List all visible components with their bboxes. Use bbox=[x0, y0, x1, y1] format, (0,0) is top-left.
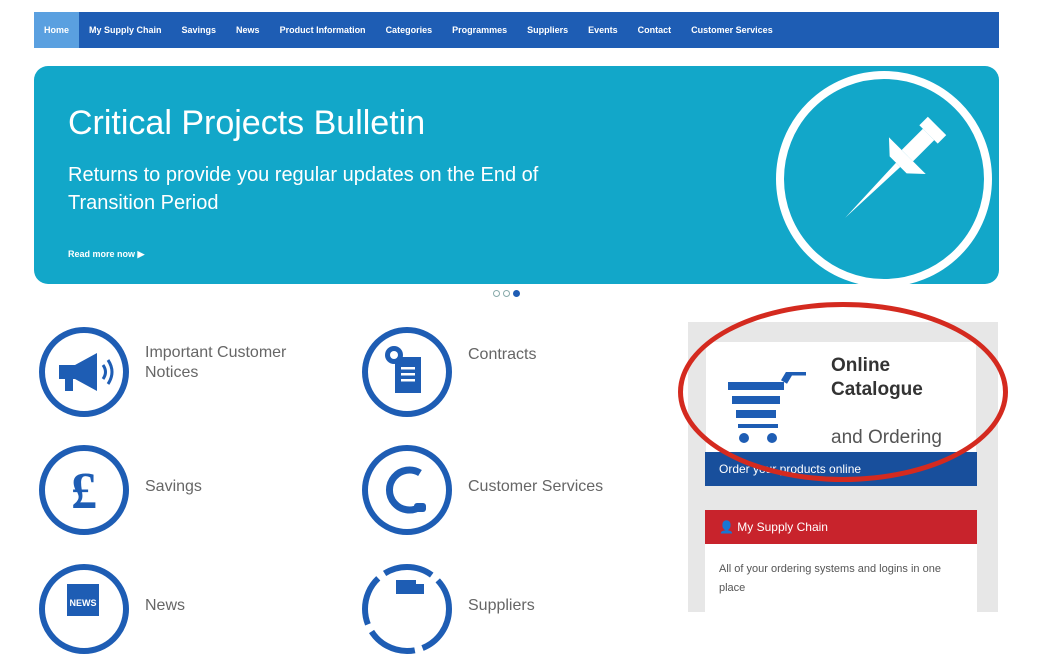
nav-home[interactable]: Home bbox=[34, 12, 80, 48]
tile-label: Important Customer Notices bbox=[145, 344, 287, 381]
svg-text:£: £ bbox=[71, 463, 97, 520]
nav-customer-services[interactable]: Customer Services bbox=[681, 12, 783, 48]
carousel-indicators bbox=[493, 290, 520, 297]
shopping-cart-icon bbox=[728, 372, 806, 443]
tile-label: Savings bbox=[145, 478, 202, 495]
tile-label: Customer Services bbox=[468, 478, 604, 495]
tile-customer-notices[interactable]: Important Customer Notices bbox=[37, 325, 335, 419]
banner-title: Critical Projects Bulletin bbox=[68, 104, 426, 142]
nav-product-information[interactable]: Product Information bbox=[270, 12, 376, 48]
nav-suppliers[interactable]: Suppliers bbox=[517, 12, 578, 48]
tile-label: News bbox=[145, 597, 186, 614]
tile-news[interactable]: NEWS News bbox=[37, 562, 185, 656]
tile-suppliers[interactable]: Suppliers bbox=[360, 562, 535, 656]
carousel-dot[interactable] bbox=[493, 290, 500, 297]
read-more-link[interactable]: Read more now ▶ bbox=[68, 249, 144, 260]
carousel-dot[interactable] bbox=[503, 290, 510, 297]
delivery-truck-icon bbox=[362, 564, 452, 654]
catalogue-subtitle: and Ordering bbox=[831, 427, 942, 448]
tile-contracts[interactable]: Contracts bbox=[360, 325, 536, 419]
nav-news[interactable]: News bbox=[226, 12, 270, 48]
nav-savings[interactable]: Savings bbox=[172, 12, 227, 48]
my-supply-chain-description: All of your ordering systems and logins … bbox=[705, 544, 977, 612]
tile-savings[interactable]: £ Savings bbox=[37, 443, 202, 537]
nav-categories[interactable]: Categories bbox=[376, 12, 443, 48]
nav-contact[interactable]: Contact bbox=[628, 12, 682, 48]
headset-icon bbox=[362, 445, 452, 535]
tile-label: Suppliers bbox=[468, 597, 535, 614]
contract-document-icon bbox=[362, 327, 452, 417]
nav-programmes[interactable]: Programmes bbox=[442, 12, 517, 48]
nav-my-supply-chain[interactable]: My Supply Chain bbox=[79, 12, 172, 48]
ordering-panel: Online Catalogue and Ordering Order your… bbox=[688, 322, 998, 612]
push-pin-icon bbox=[772, 66, 999, 284]
banner-subtitle: Returns to provide you regular updates o… bbox=[68, 164, 539, 214]
order-online-button[interactable]: Order your products online bbox=[705, 452, 977, 486]
top-navigation: Home My Supply Chain Savings News Produc… bbox=[34, 12, 999, 48]
tile-label: Contracts bbox=[468, 346, 537, 363]
megaphone-icon bbox=[39, 327, 129, 417]
svg-text:NEWS: NEWS bbox=[70, 598, 97, 608]
tile-customer-services[interactable]: Customer Services bbox=[360, 443, 603, 537]
carousel-dot[interactable] bbox=[513, 290, 520, 297]
my-supply-chain-button[interactable]: 👤 My Supply Chain bbox=[705, 510, 977, 544]
pound-icon: £ bbox=[39, 445, 129, 535]
online-catalogue-card[interactable]: Online Catalogue and Ordering bbox=[706, 342, 976, 467]
nav-events[interactable]: Events bbox=[578, 12, 628, 48]
hero-banner[interactable]: Critical Projects Bulletin Returns to pr… bbox=[34, 66, 999, 284]
catalogue-title: Online Catalogue bbox=[831, 355, 923, 400]
news-icon: NEWS bbox=[39, 564, 129, 654]
